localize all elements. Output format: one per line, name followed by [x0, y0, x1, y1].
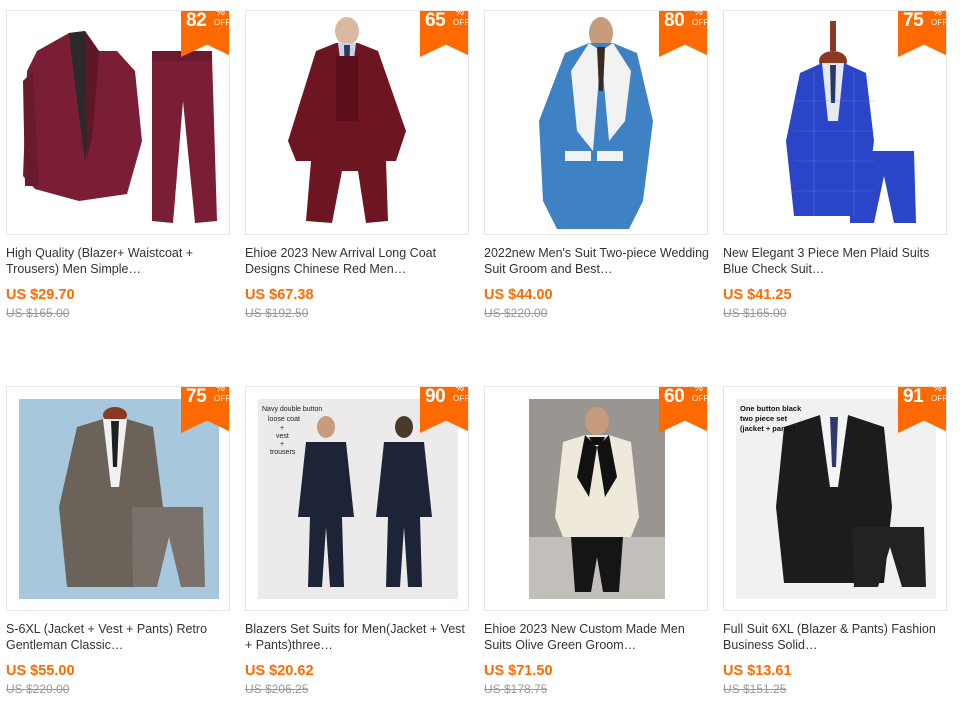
product-price: US $44.00	[484, 287, 553, 303]
product-title[interactable]: Full Suit 6XL (Blazer & Pants) Fashion B…	[723, 621, 949, 653]
percent-sign: %	[455, 10, 464, 18]
product-title[interactable]: S-6XL (Jacket + Vest + Pants) Retro Gent…	[6, 621, 232, 653]
product-price: US $71.50	[484, 663, 553, 679]
product-image[interactable]: 82 % OFF	[6, 10, 230, 235]
percent-sign: %	[933, 386, 942, 394]
product-price: US $67.38	[245, 287, 314, 303]
off-label: OFF	[214, 394, 230, 403]
product-title[interactable]: Blazers Set Suits for Men(Jacket + Vest …	[245, 621, 471, 653]
product-title[interactable]: Ehioe 2023 New Custom Made Men Suits Oli…	[484, 621, 710, 653]
percent-sign: %	[216, 10, 225, 18]
product-price: US $41.25	[723, 287, 792, 303]
image-caption-line: two piece set	[740, 414, 788, 423]
original-price: US $165.00	[6, 306, 70, 320]
product-price: US $29.70	[6, 287, 75, 303]
original-price: US $220.00	[484, 306, 548, 320]
off-label: OFF	[692, 394, 708, 403]
discount-value: 65	[425, 10, 446, 31]
product-card[interactable]: 80 % OFF 2022new Men's Suit Two-piece We…	[484, 10, 710, 320]
product-image[interactable]: 65 % OFF	[245, 10, 469, 235]
original-price: US $151.25	[723, 682, 787, 696]
product-image[interactable]: 60 % OFF	[484, 386, 708, 611]
discount-value: 90	[425, 386, 446, 407]
product-grid: 82 % OFF High Quality (Blazer+ Waistcoat…	[0, 0, 966, 701]
product-card[interactable]: 75 % OFF S-6XL (Jacket + Vest + Pants) R…	[6, 386, 232, 696]
product-image[interactable]: Navy double button loose coat + vest + t…	[245, 386, 469, 611]
product-title[interactable]: Ehioe 2023 New Arrival Long Coat Designs…	[245, 245, 471, 277]
original-price: US $165.00	[723, 306, 787, 320]
discount-value: 82	[186, 10, 207, 31]
off-label: OFF	[692, 18, 708, 27]
product-image[interactable]: 75 % OFF	[6, 386, 230, 611]
product-image[interactable]: One button black two piece set (jacket +…	[723, 386, 947, 611]
percent-sign: %	[216, 386, 225, 394]
image-caption-line: loose coat	[268, 416, 300, 423]
product-price: US $55.00	[6, 663, 75, 679]
off-label: OFF	[931, 18, 947, 27]
original-price: US $192.50	[245, 306, 309, 320]
image-caption-line: +	[280, 425, 284, 432]
product-card[interactable]: 60 % OFF Ehioe 2023 New Custom Made Men …	[484, 386, 710, 696]
percent-sign: %	[455, 386, 464, 394]
product-card[interactable]: 82 % OFF High Quality (Blazer+ Waistcoat…	[6, 10, 232, 320]
discount-value: 91	[903, 386, 924, 407]
image-caption-line: +	[280, 441, 284, 448]
image-caption-line: Navy double button	[262, 406, 322, 413]
product-price: US $13.61	[723, 663, 792, 679]
image-caption-line: One button black	[740, 404, 802, 413]
image-caption-line: vest	[276, 433, 289, 440]
off-label: OFF	[453, 394, 469, 403]
product-title[interactable]: 2022new Men's Suit Two-piece Wedding Sui…	[484, 245, 710, 277]
discount-value: 75	[903, 10, 924, 31]
discount-value: 60	[664, 386, 685, 407]
original-price: US $178.75	[484, 682, 548, 696]
percent-sign: %	[694, 10, 703, 18]
discount-value: 75	[186, 386, 207, 407]
product-card[interactable]: Navy double button loose coat + vest + t…	[245, 386, 471, 696]
product-card[interactable]: 65 % OFF Ehioe 2023 New Arrival Long Coa…	[245, 10, 471, 320]
product-card[interactable]: 75 % OFF New Elegant 3 Piece Men Plaid S…	[723, 10, 949, 320]
off-label: OFF	[214, 18, 230, 27]
discount-value: 80	[664, 10, 685, 31]
product-card[interactable]: One button black two piece set (jacket +…	[723, 386, 949, 696]
original-price: US $206.25	[245, 682, 309, 696]
product-image[interactable]: 75 % OFF	[723, 10, 947, 235]
product-image[interactable]: 80 % OFF	[484, 10, 708, 235]
percent-sign: %	[933, 10, 942, 18]
image-caption-line: trousers	[270, 449, 296, 456]
image-caption-line: (jacket + pants)	[740, 424, 795, 433]
off-label: OFF	[931, 394, 947, 403]
product-title[interactable]: New Elegant 3 Piece Men Plaid Suits Blue…	[723, 245, 949, 277]
original-price: US $220.00	[6, 682, 70, 696]
product-title[interactable]: High Quality (Blazer+ Waistcoat + Trouse…	[6, 245, 232, 277]
off-label: OFF	[453, 18, 469, 27]
product-price: US $20.62	[245, 663, 314, 679]
percent-sign: %	[694, 386, 703, 394]
